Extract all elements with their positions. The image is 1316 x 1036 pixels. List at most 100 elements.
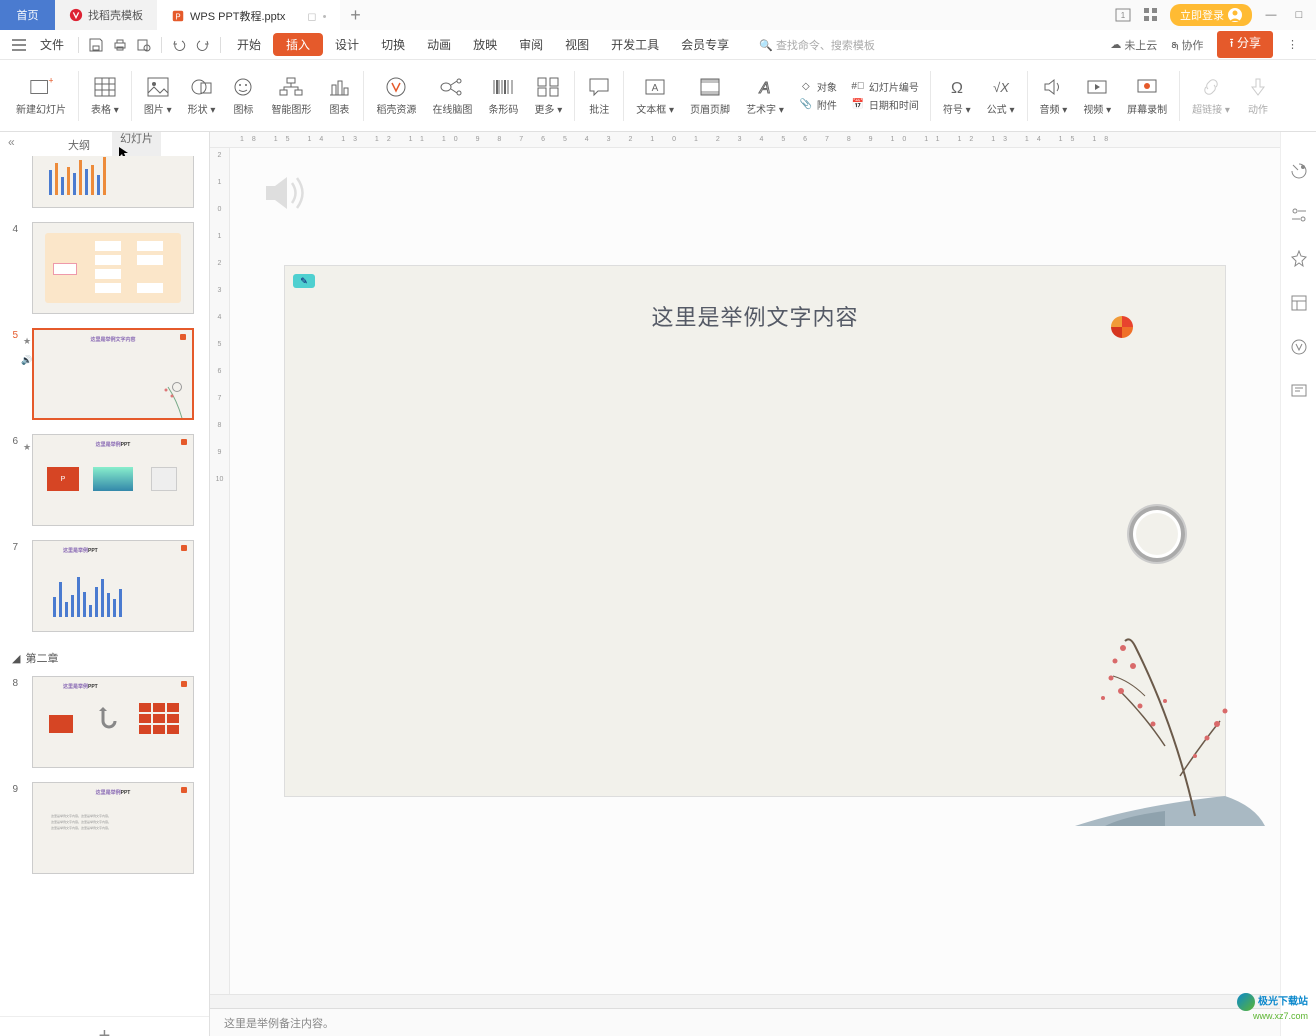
- animation-mark-icon: ★: [23, 442, 31, 453]
- save-icon[interactable]: [85, 34, 107, 56]
- ribbon-wordart[interactable]: A 艺术字 ▾: [738, 64, 792, 128]
- docer-resource-icon: [384, 75, 408, 99]
- slide-audio-object[interactable]: [260, 168, 310, 218]
- menu-view[interactable]: 视图: [555, 33, 599, 56]
- ribbon-object[interactable]: ◇对象: [799, 79, 837, 94]
- share-button[interactable]: ⭱ 分享: [1217, 31, 1273, 58]
- resource-pane-icon[interactable]: [1290, 338, 1308, 356]
- undo-icon[interactable]: [168, 34, 190, 56]
- animation-pane-icon[interactable]: [1290, 250, 1308, 268]
- overflow-menu[interactable]: ⋮: [1287, 38, 1298, 51]
- svg-text:Ω: Ω: [951, 80, 963, 97]
- ribbon-picture[interactable]: 图片 ▾: [136, 64, 180, 128]
- docer-icon: [69, 8, 83, 22]
- slide-thumbnail[interactable]: ★●: [4, 156, 205, 208]
- ribbon-comment[interactable]: 批注: [579, 64, 619, 128]
- ribbon-table[interactable]: 表格 ▾: [83, 64, 127, 128]
- print-preview-icon[interactable]: [133, 34, 155, 56]
- audio-mark-icon: 🔊: [21, 355, 32, 366]
- hamburger-icon[interactable]: [8, 34, 30, 56]
- menu-devtools[interactable]: 开发工具: [601, 33, 669, 56]
- slide-thumbnail-5[interactable]: 5 ★🔊 这里是举例文字内容: [4, 328, 205, 420]
- horizontal-scrollbar[interactable]: [210, 994, 1280, 1008]
- tab-home[interactable]: 首页: [0, 0, 55, 30]
- menu-insert[interactable]: 插入: [273, 33, 323, 56]
- right-toolbar: [1280, 132, 1316, 1036]
- window-minimize-button[interactable]: —: [1262, 6, 1280, 24]
- ribbon-audio[interactable]: 音频 ▾: [1032, 64, 1076, 128]
- ribbon-video[interactable]: 视频 ▾: [1075, 64, 1119, 128]
- slide-canvas[interactable]: ✎ 这里是举例文字内容: [285, 266, 1225, 796]
- ribbon-screenrecord[interactable]: 屏幕录制: [1119, 64, 1175, 128]
- comment-pin-badge[interactable]: ✎: [293, 274, 315, 288]
- ribbon-equation[interactable]: √X 公式 ▾: [979, 64, 1023, 128]
- tab-current-file[interactable]: P WPS PPT教程.pptx ◻ •: [157, 0, 340, 30]
- collapse-panel-button[interactable]: «: [8, 135, 15, 149]
- command-search[interactable]: 🔍 查找命令、搜索模板: [759, 37, 875, 53]
- cloud-status[interactable]: ☁ 未上云: [1110, 37, 1157, 53]
- menu-file[interactable]: 文件: [32, 33, 72, 56]
- svg-text:√X: √X: [993, 80, 1010, 95]
- slide-thumbnail-7[interactable]: 7 这里是举例PPT: [4, 540, 205, 632]
- menu-start[interactable]: 开始: [227, 33, 271, 56]
- settings-pane-icon[interactable]: [1290, 206, 1308, 224]
- outline-tab[interactable]: 大纲: [60, 135, 98, 155]
- tab-add-button[interactable]: +: [340, 0, 370, 30]
- slide-thumbnail-8[interactable]: 8 这里是举例PPT: [4, 676, 205, 768]
- section-header[interactable]: ◢ 第二章: [0, 646, 209, 670]
- comment-icon: [587, 75, 611, 99]
- svg-text:A: A: [759, 80, 771, 97]
- collab-button[interactable]: 𐓯 协作: [1171, 37, 1203, 53]
- ribbon-icon[interactable]: 图标: [223, 64, 263, 128]
- slide-title-text[interactable]: 这里是举例文字内容: [651, 300, 858, 332]
- menu-vip[interactable]: 会员专享: [671, 33, 739, 56]
- slide-thumbnail-4[interactable]: 4: [4, 222, 205, 314]
- ribbon-smartart[interactable]: 智能图形: [263, 64, 319, 128]
- svg-text:P: P: [175, 13, 180, 22]
- headerfooter-icon: [698, 75, 722, 99]
- redo-icon[interactable]: [192, 34, 214, 56]
- ribbon-headerfooter[interactable]: 页眉页脚: [682, 64, 738, 128]
- ribbon-datetime[interactable]: 📅日期和时间: [851, 97, 919, 112]
- ribbon-attachment[interactable]: 📎附件: [799, 97, 837, 112]
- menu-transition[interactable]: 切换: [371, 33, 415, 56]
- login-button[interactable]: 立即登录: [1170, 4, 1252, 26]
- ribbon-action[interactable]: 动作: [1238, 64, 1278, 128]
- slide-panel: « 大纲 幻灯片 ★● 4: [0, 132, 210, 1036]
- menu-show[interactable]: 放映: [463, 33, 507, 56]
- window-restore-button[interactable]: □: [1290, 6, 1308, 24]
- ribbon-textbox[interactable]: A 文本框 ▾: [628, 64, 682, 128]
- slide-thumbnail-6[interactable]: 6 ★ 这里是举例PPT P: [4, 434, 205, 526]
- ribbon-docer[interactable]: 稻壳资源: [368, 64, 424, 128]
- tab-find-templates-label: 找稻壳模板: [88, 7, 143, 23]
- menu-design[interactable]: 设计: [325, 33, 369, 56]
- ribbon-shape[interactable]: 形状 ▾: [180, 64, 224, 128]
- ribbon-chart[interactable]: 图表: [319, 64, 359, 128]
- ribbon-barcode[interactable]: 条形码: [480, 64, 526, 128]
- ribbon-new-slide[interactable]: + 新建幻灯片: [8, 64, 74, 128]
- apps-icon[interactable]: [1142, 6, 1160, 24]
- window-mode-icon[interactable]: 1: [1114, 6, 1132, 24]
- ribbon-symbol[interactable]: Ω 符号 ▾: [935, 64, 979, 128]
- help-pane-icon[interactable]: [1290, 382, 1308, 400]
- design-pane-icon[interactable]: [1290, 162, 1308, 180]
- hyperlink-icon: [1199, 75, 1223, 99]
- ribbon-slidenumber[interactable]: #⃣幻灯片编号: [851, 79, 919, 94]
- table-icon: [93, 75, 117, 99]
- watermark: 极光下载站 www.xz7.com: [1237, 993, 1308, 1022]
- notes-area[interactable]: 这里是举例备注内容。: [210, 1008, 1280, 1036]
- circle-shape[interactable]: [1129, 506, 1185, 562]
- iconlib-icon: [231, 75, 255, 99]
- ribbon-hyperlink[interactable]: 超链接 ▾: [1184, 64, 1238, 128]
- print-icon[interactable]: [109, 34, 131, 56]
- menu-review[interactable]: 审阅: [509, 33, 553, 56]
- ribbon-more[interactable]: 更多 ▾: [526, 64, 570, 128]
- template-pane-icon[interactable]: [1290, 294, 1308, 312]
- slide-thumbnail-9[interactable]: 9 这里是举例PPT 这里是举例文字内容。这里是举例文字内容。这里是举例文字内容…: [4, 782, 205, 874]
- add-slide-button[interactable]: +: [0, 1016, 209, 1036]
- menu-animation[interactable]: 动画: [417, 33, 461, 56]
- watermark-logo-icon: [1237, 993, 1255, 1011]
- tab-find-templates[interactable]: 找稻壳模板: [55, 0, 157, 30]
- user-avatar-icon: [1228, 8, 1242, 22]
- ribbon-mindmap[interactable]: 在线脑图: [424, 64, 480, 128]
